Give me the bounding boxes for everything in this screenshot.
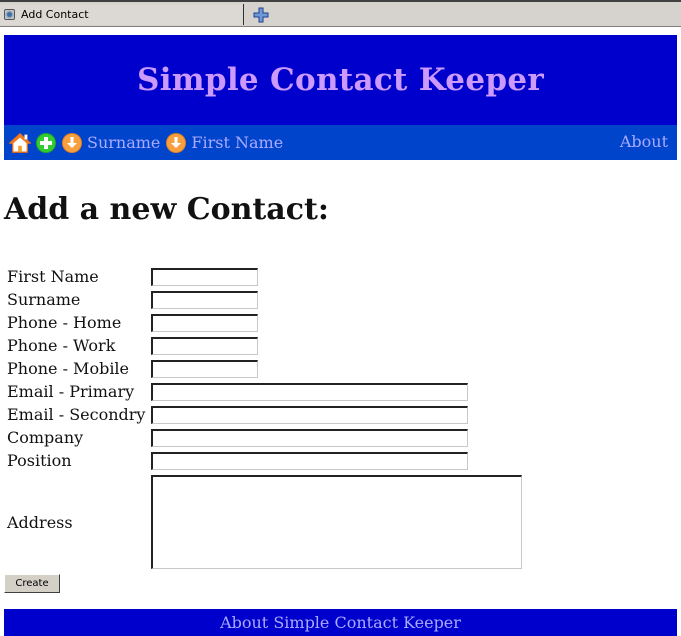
- sort-by-surname-link[interactable]: Surname: [87, 133, 160, 152]
- phone-home-label: Phone - Home: [7, 312, 122, 332]
- site-footer: About Simple Contact Keeper: [4, 609, 677, 636]
- about-footer-link[interactable]: About Simple Contact Keeper: [220, 613, 461, 632]
- first-name-input[interactable]: [151, 268, 258, 286]
- surname-input[interactable]: [151, 291, 258, 309]
- browser-tab-bar: Add Contact: [0, 0, 681, 27]
- position-input[interactable]: [151, 452, 468, 470]
- browser-tab[interactable]: Add Contact: [0, 4, 244, 25]
- address-textarea[interactable]: [151, 475, 522, 569]
- sort-by-first-name-link[interactable]: First Name: [191, 133, 283, 152]
- form-row-phone-mobile: Phone - Mobile: [7, 357, 151, 379]
- surname-label: Surname: [7, 289, 81, 309]
- email-primary-input[interactable]: [151, 383, 468, 401]
- email-secondary-input[interactable]: [151, 406, 468, 424]
- plus-icon: [253, 7, 269, 23]
- create-button[interactable]: Create: [4, 574, 60, 593]
- form-row-first-name: First Name: [7, 265, 151, 287]
- site-header: Simple Contact Keeper: [4, 35, 677, 125]
- company-input[interactable]: [151, 429, 468, 447]
- email-secondary-label: Email - Secondry: [7, 404, 146, 424]
- position-label: Position: [7, 450, 72, 470]
- email-primary-label: Email - Primary: [7, 381, 135, 401]
- form-row-surname: Surname: [7, 288, 151, 310]
- add-icon[interactable]: [35, 132, 57, 154]
- about-link[interactable]: About: [620, 132, 668, 151]
- form-row-phone-work: Phone - Work: [7, 334, 151, 356]
- form-row-phone-home: Phone - Home: [7, 311, 151, 333]
- page-icon: [4, 9, 15, 20]
- sort-down-icon[interactable]: [165, 132, 187, 154]
- phone-home-input[interactable]: [151, 314, 258, 332]
- form-row-address: Address: [7, 511, 151, 533]
- site-title: Simple Contact Keeper: [137, 62, 544, 98]
- tab-title: Add Contact: [21, 8, 89, 21]
- phone-mobile-label: Phone - Mobile: [7, 358, 130, 378]
- phone-work-label: Phone - Work: [7, 335, 116, 355]
- phone-mobile-input[interactable]: [151, 360, 258, 378]
- phone-work-input[interactable]: [151, 337, 258, 355]
- sort-down-icon[interactable]: [61, 132, 83, 154]
- company-label: Company: [7, 427, 84, 447]
- address-label: Address: [7, 512, 73, 532]
- form-row-position: Position: [7, 449, 151, 471]
- form-row-company: Company: [7, 426, 151, 448]
- first-name-label: First Name: [7, 266, 99, 286]
- page-title: Add a new Contact:: [4, 192, 329, 227]
- home-icon[interactable]: [9, 132, 31, 154]
- new-tab-button[interactable]: [252, 6, 270, 24]
- form-row-email-secondary: Email - Secondry: [7, 403, 151, 425]
- nav-bar: Surname First Name About: [4, 125, 677, 160]
- form-row-email-primary: Email - Primary: [7, 380, 151, 402]
